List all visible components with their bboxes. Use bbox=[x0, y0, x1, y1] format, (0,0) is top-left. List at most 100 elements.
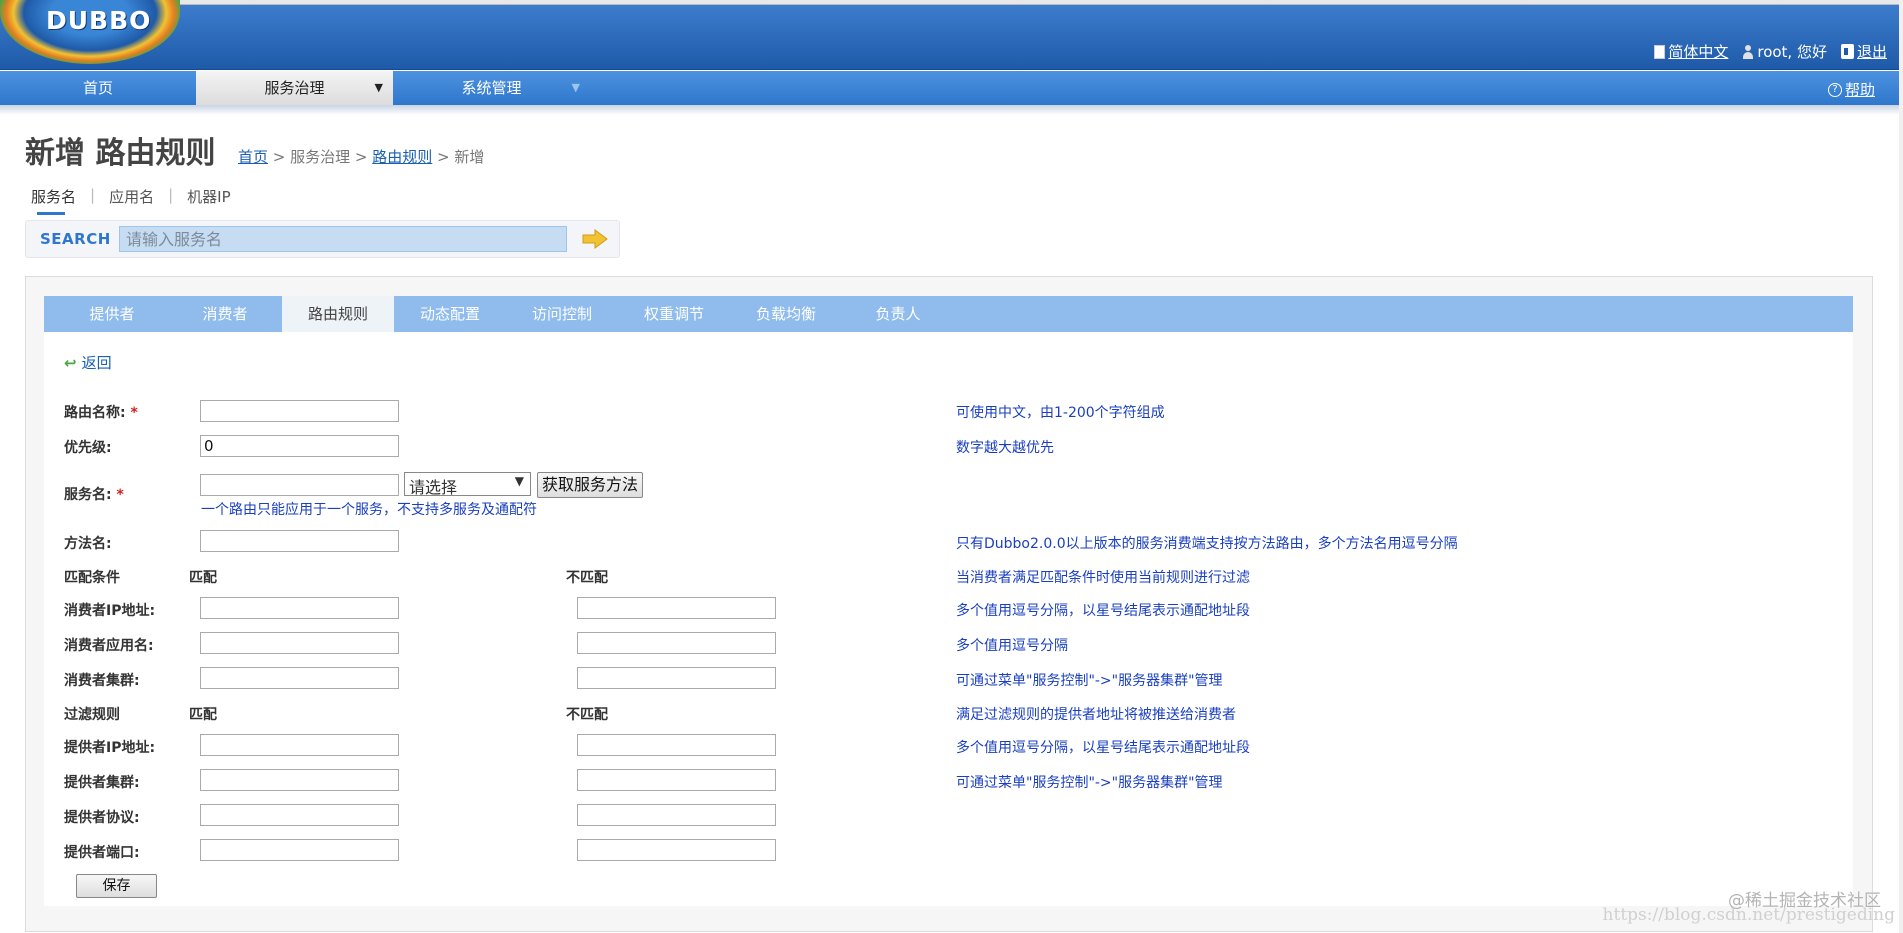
consumer-ip-match-input[interactable] bbox=[200, 597, 399, 619]
main-nav: 首页 服务治理 ▼ 系统管理 ▼ ? 帮助 bbox=[0, 71, 1899, 105]
priority-hint: 数字越大越优先 bbox=[956, 440, 1054, 456]
search-input[interactable] bbox=[119, 226, 567, 252]
consumer-app-hint: 多个值用逗号分隔 bbox=[956, 638, 1068, 654]
consumer-ip-label: 消费者IP地址: bbox=[64, 603, 156, 619]
user-links: 简体中文 root, 您好 退出 bbox=[1654, 41, 1887, 62]
header-top-line bbox=[180, 0, 1899, 5]
required-mark: * bbox=[130, 405, 138, 421]
help-label[interactable]: 帮助 bbox=[1845, 79, 1875, 100]
service-name-note: 一个路由只能应用于一个服务，不支持多服务及通配符 bbox=[201, 502, 537, 518]
nav-item-home-label: 首页 bbox=[82, 79, 113, 97]
match-section-label: 匹配条件 bbox=[64, 570, 120, 586]
route-name-hint: 可使用中文，由1-200个字符组成 bbox=[956, 405, 1165, 421]
breadcrumb-current: 新增 bbox=[454, 148, 485, 166]
priority-input[interactable] bbox=[200, 435, 399, 457]
search-label: SEARCH bbox=[40, 230, 111, 248]
consumer-app-match-input[interactable] bbox=[200, 632, 399, 654]
provider-cluster-mismatch-input[interactable] bbox=[577, 769, 776, 791]
arrow-right-icon[interactable] bbox=[582, 229, 608, 249]
search-tab-ip[interactable]: 机器IP bbox=[187, 186, 230, 207]
consumer-ip-hint: 多个值用逗号分隔，以星号结尾表示通配地址段 bbox=[956, 603, 1250, 619]
chevron-down-icon[interactable]: ▼ bbox=[375, 71, 383, 105]
tab-owners[interactable]: 负责人 bbox=[842, 296, 954, 332]
consumer-cluster-mismatch-input[interactable] bbox=[577, 667, 776, 689]
logo-text: DUBBO bbox=[46, 6, 152, 35]
provider-ip-mismatch-input[interactable] bbox=[577, 734, 776, 756]
provider-ip-match-input[interactable] bbox=[200, 734, 399, 756]
breadcrumb: 首页 > 服务治理 > 路由规则 > 新增 bbox=[238, 146, 484, 167]
match-section-hint: 当消费者满足匹配条件时使用当前规则进行过滤 bbox=[956, 570, 1250, 586]
nav-item-service-governance[interactable]: 服务治理 ▼ bbox=[196, 71, 393, 105]
provider-cluster-match-input[interactable] bbox=[200, 769, 399, 791]
nav-item-service-governance-label: 服务治理 bbox=[264, 79, 325, 97]
consumer-cluster-hint: 可通过菜单"服务控制"->"服务器集群"管理 bbox=[956, 673, 1223, 689]
service-name-input[interactable] bbox=[200, 474, 399, 496]
back-label[interactable]: 返回 bbox=[82, 352, 112, 373]
tab-dynamic-config[interactable]: 动态配置 bbox=[394, 296, 506, 332]
breadcrumb-home[interactable]: 首页 bbox=[238, 148, 268, 166]
service-name-label: 服务名: * bbox=[64, 484, 124, 504]
method-hint: 只有Dubbo2.0.0以上版本的服务消费端支持按方法路由，多个方法名用逗号分隔 bbox=[956, 536, 1458, 552]
provider-protocol-match-input[interactable] bbox=[200, 804, 399, 826]
method-label: 方法名: bbox=[64, 536, 112, 552]
nav-shadow bbox=[0, 105, 1899, 115]
mismatch-column-header: 不匹配 bbox=[566, 570, 608, 586]
logout-label[interactable]: 退出 bbox=[1857, 41, 1887, 62]
consumer-cluster-label: 消费者集群: bbox=[64, 673, 140, 689]
help-link[interactable]: ? 帮助 bbox=[1827, 79, 1875, 100]
service-tabs: 提供者 消费者 路由规则 动态配置 访问控制 权重调节 负载均衡 负责人 bbox=[44, 296, 1853, 332]
logout-link[interactable]: 退出 bbox=[1840, 41, 1887, 62]
service-select[interactable]: 请选择 ▼ bbox=[404, 472, 531, 497]
consumer-cluster-match-input[interactable] bbox=[200, 667, 399, 689]
search-box: SEARCH bbox=[25, 220, 620, 258]
provider-port-mismatch-input[interactable] bbox=[577, 839, 776, 861]
help-icon: ? bbox=[1827, 82, 1842, 97]
dubbo-logo[interactable]: DUBBO bbox=[0, 0, 180, 64]
back-link[interactable]: ↩ 返回 bbox=[64, 352, 112, 373]
nav-item-system-management[interactable]: 系统管理 ▼ bbox=[393, 71, 590, 105]
user-greeting-label: root, 您好 bbox=[1757, 43, 1827, 61]
tab-separator: | bbox=[168, 186, 174, 204]
method-input[interactable] bbox=[200, 530, 399, 552]
tab-routes[interactable]: 路由规则 bbox=[282, 296, 394, 332]
tab-separator: | bbox=[90, 186, 96, 204]
user-icon bbox=[1742, 44, 1754, 59]
window-edge bbox=[1899, 0, 1903, 933]
fetch-methods-button[interactable]: 获取服务方法 bbox=[537, 472, 643, 498]
consumer-app-mismatch-input[interactable] bbox=[577, 632, 776, 654]
tab-consumers[interactable]: 消费者 bbox=[157, 296, 293, 332]
search-tab-application[interactable]: 应用名 bbox=[109, 186, 154, 207]
language-link-label[interactable]: 简体中文 bbox=[1668, 41, 1728, 62]
save-button[interactable]: 保存 bbox=[76, 874, 157, 898]
filter-section-hint: 满足过滤规则的提供者地址将被推送给消费者 bbox=[956, 707, 1236, 723]
page-title: 新增 路由规则 bbox=[25, 136, 216, 171]
tab-load-balance[interactable]: 负载均衡 bbox=[730, 296, 842, 332]
chevron-down-icon[interactable]: ▼ bbox=[572, 71, 580, 105]
breadcrumb-routes[interactable]: 路由规则 bbox=[372, 148, 432, 166]
provider-protocol-label: 提供者协议: bbox=[64, 810, 140, 826]
language-link[interactable]: 简体中文 bbox=[1654, 41, 1728, 62]
provider-port-label: 提供者端口: bbox=[64, 845, 140, 861]
consumer-ip-mismatch-input[interactable] bbox=[577, 597, 776, 619]
watermark-url: https://blog.csdn.net/prestigeding bbox=[1602, 905, 1895, 925]
service-name-label-text: 服务名: bbox=[64, 487, 112, 503]
route-name-label: 路由名称: * bbox=[64, 402, 138, 422]
breadcrumb-separator: > bbox=[268, 148, 291, 166]
filter-section-label: 过滤规则 bbox=[64, 707, 120, 723]
breadcrumb-separator: > bbox=[432, 148, 455, 166]
provider-cluster-label: 提供者集群: bbox=[64, 775, 140, 791]
user-greeting: root, 您好 bbox=[1742, 41, 1827, 62]
back-arrow-icon: ↩ bbox=[64, 353, 77, 372]
document-icon bbox=[1654, 44, 1666, 59]
mismatch-column-header: 不匹配 bbox=[566, 707, 608, 723]
consumer-app-label: 消费者应用名: bbox=[64, 638, 154, 654]
nav-item-home[interactable]: 首页 bbox=[0, 71, 196, 105]
provider-protocol-mismatch-input[interactable] bbox=[577, 804, 776, 826]
search-tab-service[interactable]: 服务名 bbox=[31, 186, 76, 215]
tab-access-control[interactable]: 访问控制 bbox=[506, 296, 618, 332]
provider-ip-hint: 多个值用逗号分隔，以星号结尾表示通配地址段 bbox=[956, 740, 1250, 756]
tab-weight[interactable]: 权重调节 bbox=[618, 296, 730, 332]
provider-port-match-input[interactable] bbox=[200, 839, 399, 861]
route-name-input[interactable] bbox=[200, 400, 399, 422]
provider-ip-label: 提供者IP地址: bbox=[64, 740, 156, 756]
